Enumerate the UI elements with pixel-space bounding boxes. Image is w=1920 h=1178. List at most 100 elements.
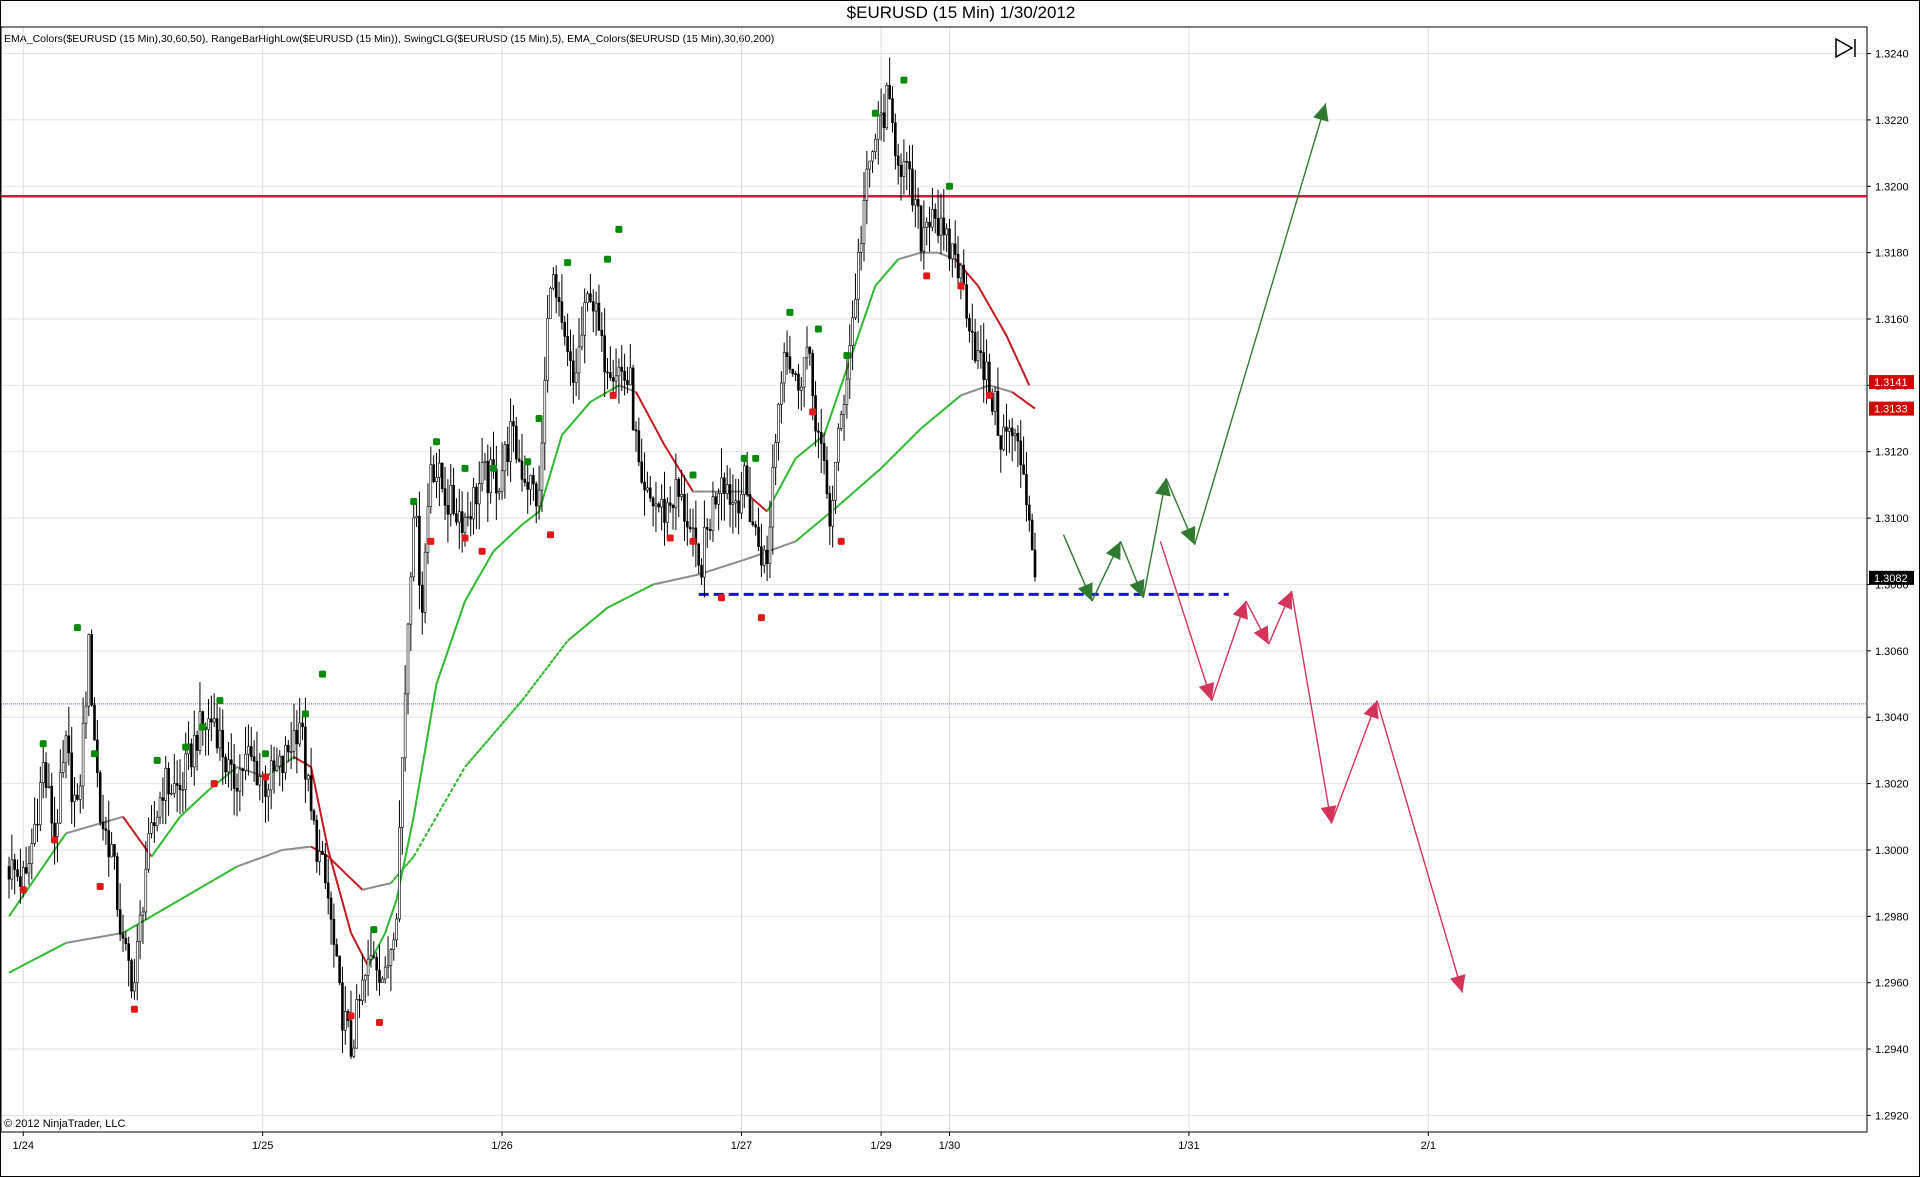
candle-body <box>79 786 81 799</box>
ema-50-segment <box>573 419 576 422</box>
ema-50-segment <box>445 651 448 659</box>
ema-50-segment <box>912 254 915 255</box>
y-tick-label: 1.3060 <box>1875 646 1909 658</box>
swing-high-dot <box>182 744 189 751</box>
swing-high-dot <box>752 455 759 462</box>
ema-50-segment <box>203 793 206 796</box>
ema-200-segment <box>753 556 756 557</box>
swing-low-dot <box>131 1006 138 1013</box>
ema-200-segment <box>588 622 591 624</box>
candle-body <box>34 824 36 843</box>
ema-50-segment <box>656 429 659 434</box>
ema-200-segment <box>927 421 930 423</box>
ema-200-segment <box>568 639 571 641</box>
ema-50-segment <box>1015 354 1018 360</box>
ema-200-segment <box>266 855 269 856</box>
ema-200-segment <box>533 682 536 686</box>
candle-body <box>1023 465 1025 474</box>
ema-50-segment <box>568 425 571 428</box>
ema-200-segment <box>553 656 556 660</box>
ema-50-segment <box>456 618 459 626</box>
ema-50-segment <box>60 837 63 841</box>
candle-body <box>304 727 306 779</box>
candle-body <box>108 831 110 857</box>
candle-body <box>644 482 646 490</box>
swing-high-dot <box>872 110 879 117</box>
candle-body <box>290 751 292 752</box>
ema-200-segment <box>516 704 519 707</box>
ema-200-segment <box>747 558 750 559</box>
candle-body <box>749 494 751 521</box>
ema-200-segment <box>935 414 938 416</box>
candle-body <box>85 706 87 723</box>
ema-200-segment <box>9 971 12 972</box>
candle-body <box>11 860 13 879</box>
candle-body <box>418 516 420 585</box>
ema-200-segment <box>479 747 482 750</box>
swing-low-dot <box>479 548 486 555</box>
candle-body <box>920 206 922 251</box>
ema-200-segment <box>756 555 759 556</box>
ema-200-segment <box>442 802 445 807</box>
candle-body <box>735 501 737 503</box>
ema-50-segment <box>180 814 183 817</box>
candle-body <box>190 744 192 767</box>
candle-body <box>903 161 905 176</box>
ema-200-segment <box>887 460 890 463</box>
ema-200-segment <box>132 926 135 928</box>
ema-50-segment <box>901 258 904 259</box>
swing-low-dot <box>462 535 469 542</box>
candle-body <box>986 362 988 380</box>
swing-low-dot <box>262 773 269 780</box>
candle-body <box>407 624 409 694</box>
ema-50-segment <box>126 821 129 825</box>
candle-body <box>726 485 728 494</box>
ema-50-segment <box>516 527 519 530</box>
candle-body <box>872 152 874 161</box>
skip-to-end-icon[interactable] <box>1834 37 1858 59</box>
candle-body <box>649 488 651 498</box>
ema-50-segment <box>665 445 668 450</box>
ema-200-segment <box>975 389 978 390</box>
candle-body <box>1031 520 1033 550</box>
candle-body <box>168 768 170 794</box>
ema-50-segment <box>209 788 212 790</box>
ema-50-segment <box>408 831 411 845</box>
ema-200-segment <box>448 792 451 797</box>
ema-50-segment <box>348 923 351 933</box>
candle-body <box>646 488 648 490</box>
ema-50-segment <box>422 750 425 767</box>
ema-200-segment <box>357 884 360 887</box>
candle-body <box>689 527 691 529</box>
candle-body <box>743 466 745 494</box>
candle-body <box>729 485 731 505</box>
ema-50-segment <box>522 523 525 525</box>
swing-low-dot <box>20 886 27 893</box>
ema-200-segment <box>670 580 673 581</box>
candle-body <box>441 463 443 489</box>
candle-body <box>692 528 694 529</box>
ema-200-segment <box>807 529 810 531</box>
swing-high-dot <box>410 498 417 505</box>
candle-body <box>239 769 241 791</box>
candle-body <box>612 378 614 382</box>
ema-200-segment <box>451 787 454 792</box>
candle-body <box>880 113 882 115</box>
ema-50-segment <box>46 858 49 862</box>
candle-body <box>1000 435 1002 449</box>
ema-50-segment <box>474 581 477 586</box>
ema-50-segment <box>200 796 203 799</box>
candle-body <box>450 485 452 514</box>
swing-low-dot <box>348 1012 355 1019</box>
chart-window: $EURUSD (15 Min) 1/30/2012 EMA_Colors($E… <box>0 0 1920 1177</box>
candle-body <box>889 85 891 98</box>
candle-body <box>213 719 215 722</box>
ema-200-segment <box>873 473 876 475</box>
x-tick-label: 1/29 <box>870 1140 891 1152</box>
ema-50-segment <box>588 402 591 405</box>
ema-50-segment <box>759 504 762 506</box>
candle-body <box>598 303 600 330</box>
ema-50-segment <box>827 419 830 427</box>
price-plot[interactable]: 1.29201.29401.29601.29801.30001.30201.30… <box>1 1 1920 1178</box>
ema-200-segment <box>824 515 827 517</box>
